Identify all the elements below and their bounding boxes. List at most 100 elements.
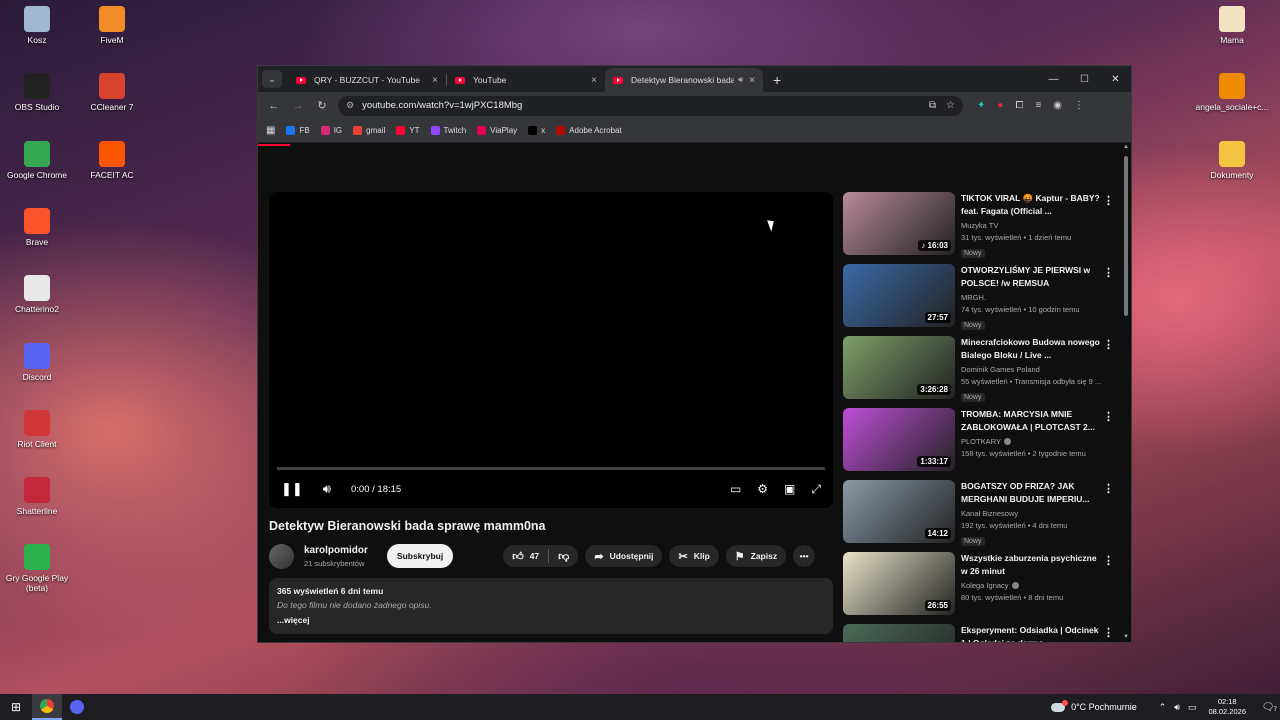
desktop-icon[interactable]: Shatterline (0, 477, 74, 516)
recommendation-title[interactable]: BOGATSZY OD FRIZA? JAK MERGHANI BUDUJE I… (961, 480, 1102, 506)
video-thumbnail[interactable]: ♪ 16:03 (843, 192, 955, 255)
desktop-icon[interactable]: OBS Studio (0, 73, 74, 112)
tab-1[interactable]: YouTube × (447, 68, 605, 92)
desktop-icon[interactable]: Mama (1195, 6, 1269, 45)
tab-close-icon[interactable]: × (432, 75, 438, 86)
video-progress-bar[interactable] (277, 467, 825, 470)
recommendation-item[interactable]: Eksperyment: Odsiadka | Odcinek 1 | Oglą… (843, 624, 1118, 642)
page-scrollbar[interactable]: ▲ ▼ (1122, 144, 1130, 642)
weather-widget[interactable]: 0°C Pochmurnie (1051, 699, 1137, 712)
bookmark-adobe-acrobat[interactable]: Adobe Acrobat (556, 126, 622, 135)
extension-icon[interactable]: ✦ (977, 100, 985, 111)
description-box[interactable]: 365 wyświetleń 6 dni temu Do tego filmu … (269, 578, 833, 634)
bookmark-yt[interactable]: YT (396, 126, 420, 135)
desktop-icon[interactable]: Kosz (0, 6, 74, 45)
maximize-icon[interactable]: ☐ (1069, 66, 1100, 92)
video-thumbnail[interactable]: 26:55 (843, 552, 955, 615)
close-icon[interactable]: ✕ (1100, 66, 1131, 92)
recommendation-item[interactable]: 26:55 Wszystkie zaburzenia psychiczne w 2… (843, 552, 1118, 616)
more-vert-icon[interactable]: ⋮ (1103, 482, 1114, 495)
scrollbar-thumb[interactable] (1124, 156, 1128, 316)
recommendation-title[interactable]: Eksperyment: Odsiadka | Odcinek 1 | Oglą… (961, 624, 1102, 642)
recommendation-channel[interactable]: Kanał Biznesowy (961, 509, 1102, 518)
recommendation-title[interactable]: Minecrafciokowo Budowa nowego Bialego Bl… (961, 336, 1102, 362)
recommendation-item[interactable]: 3:26:28 Minecrafciokowo Budowa nowego Bia… (843, 336, 1118, 402)
recommendation-title[interactable]: OTWORZYLIŚMY JE PIERWSI w POLSCE! /w REM… (961, 264, 1102, 290)
tab-2[interactable]: Detektyw Bieranowski bada 🔊︎ × (605, 68, 763, 92)
recommendation-channel[interactable]: Kolega Ignacy (961, 581, 1102, 590)
back-arrow-icon[interactable]: ← (266, 98, 282, 114)
reading-list-icon[interactable]: ≡ (1035, 100, 1041, 111)
speaker-icon[interactable]: 🔊︎ (738, 75, 743, 85)
network-icon[interactable]: ▭ (1188, 702, 1197, 713)
chevron-up-icon[interactable]: ⌃ (1159, 702, 1167, 713)
pause-icon[interactable]: ❚❚ (281, 481, 303, 497)
save-button[interactable]: ⚑ Zapisz (725, 545, 787, 567)
extension-red-icon[interactable]: ● (997, 100, 1003, 111)
recommendation-title[interactable]: Wszystkie zaburzenia psychiczne w 26 min… (961, 552, 1102, 578)
like-button[interactable]: 👍︎ 47 (503, 545, 548, 567)
site-info-icon[interactable]: ⚙ (346, 100, 354, 111)
video-thumbnail[interactable]: 3:26:28 (843, 336, 955, 399)
desktop-icon[interactable]: angela_sociale+c... (1195, 73, 1269, 112)
scroll-up-icon[interactable]: ▲ (1122, 144, 1130, 150)
clock[interactable]: 02:18 08.02.2026 (1208, 697, 1246, 717)
video-thumbnail[interactable] (843, 624, 955, 642)
subtitles-icon[interactable]: ▭ (730, 482, 741, 496)
recommendation-channel[interactable]: Muzyka TV (961, 221, 1102, 230)
bookmark-star-icon[interactable]: ☆ (946, 100, 955, 111)
tab-close-icon[interactable]: × (591, 75, 597, 86)
tab-close-icon[interactable]: × (749, 75, 755, 86)
theater-mode-icon[interactable]: ▣ (784, 482, 795, 496)
fullscreen-icon[interactable]: ⤢ (811, 482, 821, 497)
recommendation-channel[interactable]: Dominik Games Poland (961, 365, 1102, 374)
taskbar-chrome[interactable] (32, 694, 62, 720)
more-actions-button[interactable]: ••• (793, 545, 816, 567)
video-player[interactable]: ❚❚ 🔊︎ 0:00 / 18:15 ▭ ⚙ ▣ ⤢ (269, 192, 833, 508)
desktop-icon[interactable]: Gry Google Play (beta) (0, 544, 74, 593)
more-vert-icon[interactable]: ⋮ (1103, 338, 1114, 351)
avatar[interactable] (269, 543, 294, 569)
more-vert-icon[interactable]: ⋮ (1103, 410, 1114, 423)
bookmark-gmail[interactable]: gmail (353, 126, 385, 135)
recommendation-title[interactable]: TIKTOK VIRAL 🤬 Kaptur - BABY? feat. Faga… (961, 192, 1102, 218)
desktop-icon[interactable]: Chatterino2 (0, 275, 74, 314)
video-thumbnail[interactable]: 14:12 (843, 480, 955, 543)
subscribe-button[interactable]: Subskrybuj (386, 544, 454, 568)
volume-icon[interactable]: 🔊︎ (323, 481, 331, 497)
forward-arrow-icon[interactable]: → (290, 98, 306, 114)
more-vert-icon[interactable]: ⋮ (1103, 554, 1114, 567)
recommendation-item[interactable]: 14:12 BOGATSZY OD FRIZA? JAK MERGHANI BUD… (843, 480, 1118, 546)
desktop-icon[interactable]: Google Chrome (0, 140, 74, 180)
speaker-icon[interactable]: 🔊︎ (1174, 702, 1180, 713)
desktop-icon[interactable]: CCleaner 7 (75, 73, 149, 112)
menu-kebab-icon[interactable]: ⋮ (1074, 100, 1084, 111)
bookmark-fb[interactable]: FB (286, 126, 310, 135)
desktop-icon[interactable]: Discord (0, 342, 74, 382)
video-thumbnail[interactable]: 27:57 (843, 264, 955, 327)
more-vert-icon[interactable]: ⋮ (1103, 266, 1114, 279)
clip-button[interactable]: ✂ Klip (669, 545, 719, 567)
channel-name[interactable]: karolpomidor (304, 545, 368, 556)
notification-center[interactable]: 🗨︎ 7 (1256, 702, 1280, 713)
new-tab-plus-icon[interactable]: + (773, 72, 781, 88)
url-text[interactable]: youtube.com/watch?v=1wjPXC18Mbg (362, 100, 919, 111)
extensions-puzzle-icon[interactable]: ⧠ (1015, 100, 1023, 111)
show-more-link[interactable]: ...więcej (277, 615, 825, 625)
share-button[interactable]: ➦ Udostępnij (585, 545, 663, 567)
profile-icon[interactable]: ◉ (1053, 100, 1062, 111)
bookmark-x[interactable]: x (528, 126, 545, 135)
reload-icon[interactable]: ↻ (314, 98, 330, 114)
more-vert-icon[interactable]: ⋮ (1103, 626, 1114, 639)
video-thumbnail[interactable]: 1:33:17 (843, 408, 955, 471)
recommendation-title[interactable]: TROMBA: MARCYSIA MNIE ZABLOKOWAŁA | PLOT… (961, 408, 1102, 434)
tab-search-button[interactable]: ⌄ (262, 70, 282, 88)
taskbar-discord[interactable] (62, 694, 92, 720)
settings-gear-icon[interactable]: ⚙ (757, 482, 768, 496)
bookmark-twitch[interactable]: Twitch (430, 126, 466, 135)
scroll-down-icon[interactable]: ▼ (1122, 634, 1130, 640)
desktop-icon[interactable]: Brave (0, 207, 74, 247)
tab-0[interactable]: QRY - BUZZCUT - YouTube × (288, 68, 446, 92)
minimize-icon[interactable]: — (1038, 66, 1069, 92)
recommendation-item[interactable]: ♪ 16:03 TIKTOK VIRAL 🤬 Kaptur - BABY? fea… (843, 192, 1118, 258)
